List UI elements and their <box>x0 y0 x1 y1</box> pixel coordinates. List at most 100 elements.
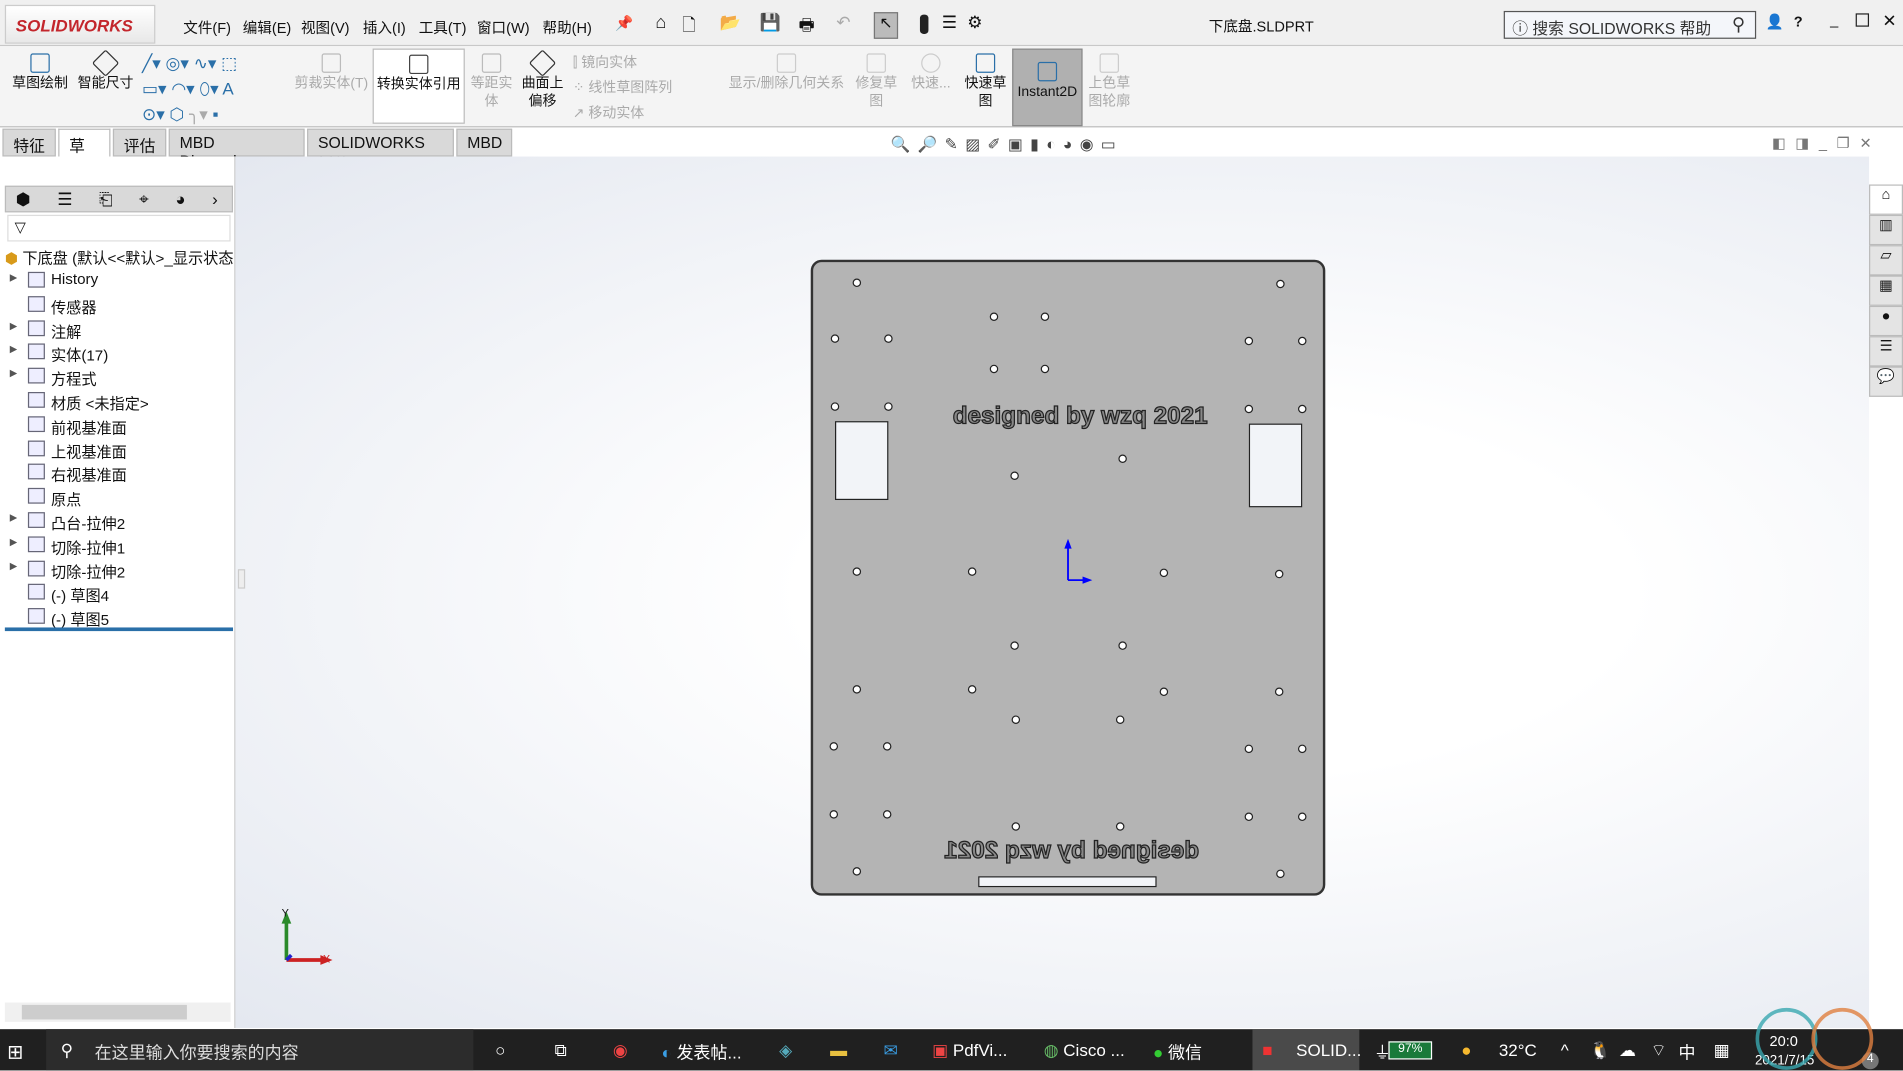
file-explorer-taskbar-icon[interactable]: ▬ <box>830 1040 847 1059</box>
slot-cutout[interactable] <box>978 876 1157 888</box>
mounting-hole[interactable] <box>1010 471 1019 480</box>
viewport-controls[interactable]: ◧◨_❐✕ <box>1772 135 1881 152</box>
mounting-hole[interactable] <box>884 402 893 411</box>
pin-icon[interactable]: 📌 <box>615 15 633 32</box>
mounting-hole[interactable] <box>829 810 839 819</box>
help-search-input[interactable]: ⓘ 搜索 SOLIDWORKS 帮助 ⚲ <box>1503 10 1757 39</box>
offset-entities-button[interactable]: 等距实体 <box>468 53 514 111</box>
sketch-button[interactable]: 草图绘制 <box>10 53 71 93</box>
taskbar-app-edge[interactable]: ◐ 发表帖... <box>661 1040 741 1064</box>
mounting-hole[interactable] <box>967 685 977 694</box>
expand-arrow-icon[interactable]: ▶ <box>10 536 17 547</box>
view-palette-icon[interactable]: ▦ <box>1869 275 1903 306</box>
mirror-entities-button[interactable]: ⫿ 镜向实体 <box>573 51 672 76</box>
taskbar-app-cisco[interactable]: ◍ Cisco ... <box>1044 1040 1125 1061</box>
rollback-bar[interactable] <box>4 627 234 632</box>
clock-date[interactable]: 2021/7/15 <box>1755 1053 1814 1068</box>
mounting-hole[interactable] <box>1244 404 1254 414</box>
mounting-hole[interactable] <box>1276 279 1285 289</box>
tab-0[interactable]: 特征 <box>2 128 56 157</box>
zoom-to-fit-icon[interactable]: 🔍 <box>891 135 918 153</box>
ime-indicator[interactable]: 中 <box>1678 1040 1695 1064</box>
mail-icon[interactable]: ✉ <box>884 1040 898 1061</box>
text-icon[interactable]: A <box>222 79 233 98</box>
mounting-hole[interactable] <box>829 742 839 751</box>
previous-view-icon[interactable]: ✎ <box>945 135 966 153</box>
spline-icon[interactable]: ∿▾ <box>194 53 221 72</box>
horizontal-scrollbar[interactable] <box>4 1002 231 1022</box>
forum-icon[interactable]: 💬 <box>1869 366 1903 397</box>
expand-arrow-icon[interactable]: ▶ <box>10 272 17 283</box>
mounting-hole[interactable] <box>1274 687 1284 697</box>
display-delete-relations-button[interactable]: 显示/删除几何关系 <box>726 53 847 93</box>
mounting-hole[interactable] <box>1274 569 1284 579</box>
mounting-hole[interactable] <box>1011 822 1021 831</box>
mounting-hole[interactable] <box>830 334 840 343</box>
tab-4[interactable]: SOLIDWORKS 插件 <box>307 128 454 174</box>
solidworks-resources-icon[interactable]: ⌂ <box>1869 184 1903 215</box>
tab-3[interactable]: MBD Dimensions <box>168 128 305 170</box>
view-orientation-icon[interactable]: ▣ <box>1008 135 1030 153</box>
show-hidden-icons-chevron[interactable]: ^ <box>1561 1040 1569 1059</box>
expand-arrow-icon[interactable]: ▶ <box>10 368 17 379</box>
configuration-manager-tab-icon[interactable]: ⎗ <box>99 189 113 208</box>
minimize-button[interactable]: _ <box>1830 11 1838 28</box>
section-view-icon[interactable]: ▨ <box>965 135 987 153</box>
custom-properties-icon[interactable]: ☰ <box>1869 336 1903 367</box>
polygon-icon[interactable]: ⬡ <box>169 104 189 123</box>
windows-start-icon[interactable]: ⊞ <box>7 1040 23 1064</box>
trim-button[interactable]: 剪裁实体(T) <box>294 53 369 93</box>
select-icon[interactable]: ↖ <box>873 12 899 39</box>
solidworks-logo[interactable]: SOLIDWORKS <box>4 4 156 44</box>
appearance-icon[interactable]: ◕ <box>1063 135 1080 153</box>
move-entities-button[interactable]: ↗ 移动实体 <box>573 102 672 127</box>
mounting-hole[interactable] <box>882 810 892 819</box>
mounting-hole[interactable] <box>1010 641 1019 650</box>
help-question-icon[interactable]: ? <box>1794 13 1803 30</box>
mounting-hole[interactable] <box>1115 715 1125 724</box>
onedrive-icon[interactable]: ☁ <box>1619 1040 1636 1061</box>
circle-icon[interactable]: ◎▾ <box>165 53 193 72</box>
dynamic-annotation-icon[interactable]: ✐ <box>987 135 1008 153</box>
linear-pattern-button[interactable]: ⁘ 线性草图阵列 <box>573 76 672 101</box>
zoom-to-area-icon[interactable]: 🔎 <box>918 135 945 153</box>
ime-mode-icon[interactable]: ▦ <box>1714 1040 1730 1061</box>
mounting-hole[interactable] <box>989 312 999 322</box>
hide-show-icon[interactable]: ◐ <box>1046 135 1063 153</box>
tab-1[interactable]: 草图 <box>58 128 111 178</box>
mounting-hole[interactable] <box>1244 744 1254 754</box>
view-setting-icon[interactable]: ▭ <box>1101 135 1123 153</box>
mounting-hole[interactable] <box>1297 404 1307 414</box>
home-icon[interactable]: ⌂ <box>655 12 666 33</box>
clock-time[interactable]: 20:0 <box>1770 1033 1798 1050</box>
scene-icon[interactable]: ◉ <box>1080 135 1101 153</box>
options-gear-icon[interactable]: ⚙ <box>967 12 982 33</box>
search-icon[interactable]: ⚲ <box>1732 13 1745 36</box>
taskbar-search-input[interactable]: ⚲ 在这里输入你要搜索的内容 <box>46 1029 474 1071</box>
undo-icon[interactable]: ↶ <box>836 12 850 33</box>
fillet-icon[interactable]: ╮▾ <box>189 104 212 123</box>
wifi-icon[interactable]: ⌔ <box>1651 1040 1667 1062</box>
chrome-icon[interactable]: ◉ <box>613 1040 628 1061</box>
open-icon[interactable]: 📂 <box>720 12 741 33</box>
print-icon[interactable]: 🖶 <box>799 12 815 41</box>
taskbar-app-solidworks[interactable]: ■ SOLID... <box>1252 1029 1361 1071</box>
arc-icon[interactable]: ◠▾ <box>171 79 199 98</box>
mounting-hole[interactable] <box>1244 336 1254 346</box>
mounting-hole[interactable] <box>989 364 999 374</box>
mounting-hole[interactable] <box>1244 812 1254 822</box>
sketch-entities-toolbar[interactable]: ╱▾ ◎▾ ∿▾ ⬚ ▭▾ ◠▾ ⬯▾ A ⊙▾ ⬡ ╮▾ ▪ <box>142 51 288 124</box>
convert-entities-button[interactable]: 转换实体引用 <box>372 48 465 124</box>
cortana-icon[interactable]: ○ <box>495 1040 505 1059</box>
display-manager-tab-icon[interactable]: ◕ <box>175 189 185 208</box>
new-file-icon[interactable]: 🗋 <box>682 12 696 41</box>
line-icon[interactable]: ╱▾ <box>142 53 165 72</box>
mounting-hole[interactable] <box>1159 687 1169 697</box>
property-manager-tab-icon[interactable]: ☰ <box>57 189 72 208</box>
close-button[interactable]: ✕ <box>1882 11 1896 32</box>
display-style-icon[interactable]: ▮ <box>1030 135 1046 153</box>
mounting-hole[interactable] <box>1159 568 1169 578</box>
expand-arrow-icon[interactable]: ▶ <box>10 344 17 355</box>
taskbar-app-pdf[interactable]: ▣ PdfVi... <box>932 1040 1007 1061</box>
offset-on-surface-button[interactable]: 曲面上偏移 <box>519 49 565 111</box>
